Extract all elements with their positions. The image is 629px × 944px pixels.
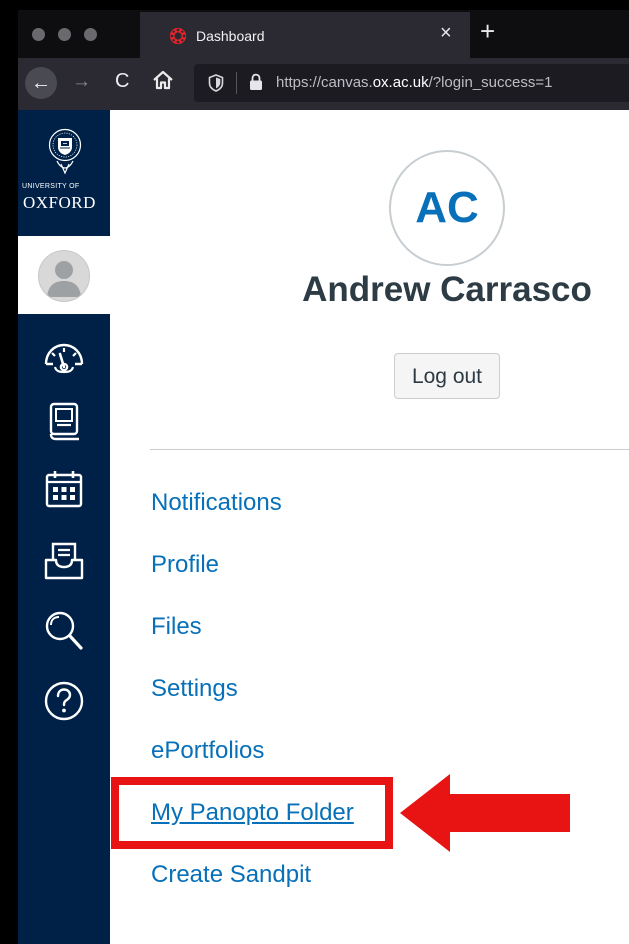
user-initials: AC (415, 183, 479, 232)
files-link[interactable]: Files (151, 613, 202, 641)
oxford-crest-icon (48, 128, 82, 175)
tab-strip: Dashboard × + (18, 10, 629, 58)
user-initials-avatar: AC (389, 150, 505, 266)
user-name: Andrew Carrasco (302, 270, 592, 309)
zoom-window-dot[interactable] (84, 28, 97, 41)
tracking-protection-shield-icon[interactable] (208, 74, 224, 92)
search-icon[interactable] (41, 607, 87, 653)
tab-title: Dashboard (196, 28, 265, 44)
address-separator (236, 72, 237, 94)
highlight-box (111, 777, 393, 849)
address-bar[interactable]: https://canvas.ox.ac.uk/?login_success=1 (194, 64, 629, 102)
navigation-bar: ← → C https://canvas.ox.ac.uk/?login_suc… (18, 58, 629, 110)
url-suffix: /?login_success=1 (428, 74, 553, 91)
settings-link[interactable]: Settings (151, 675, 238, 703)
profile-link[interactable]: Profile (151, 551, 219, 579)
red-arrow-icon (400, 774, 570, 852)
logo-small-text: UNIVERSITY OF (22, 183, 80, 190)
help-icon[interactable] (41, 678, 87, 724)
tray-divider (150, 449, 629, 450)
oxford-logo[interactable]: UNIVERSITY OF OXFORD (18, 110, 110, 236)
forward-button[interactable]: → (72, 72, 91, 92)
back-button[interactable]: ← (25, 67, 57, 99)
global-navigation: UNIVERSITY OF OXFORD (18, 110, 110, 944)
notifications-link[interactable]: Notifications (151, 489, 282, 517)
screenshot-frame: Dashboard × + ← → C https://canvas.ox.ac… (0, 0, 629, 944)
calendar-icon[interactable] (41, 466, 87, 512)
eportfolios-link[interactable]: ePortfolios (151, 737, 264, 765)
url-prefix: https://canvas. (276, 74, 373, 91)
dashboard-icon[interactable] (41, 334, 87, 380)
reload-button[interactable]: C (115, 70, 129, 92)
account-avatar (38, 250, 90, 302)
lock-icon[interactable] (249, 73, 263, 91)
canvas-favicon-icon (169, 27, 187, 45)
close-window-dot[interactable] (32, 28, 45, 41)
tab-close-icon[interactable]: × (440, 23, 452, 43)
inbox-icon[interactable] (41, 538, 87, 584)
url-domain: ox.ac.uk (372, 74, 429, 91)
home-icon[interactable] (152, 69, 174, 91)
url-text[interactable]: https://canvas.ox.ac.uk/?login_success=1 (276, 74, 552, 91)
user-silhouette-icon (47, 261, 81, 297)
log-out-button[interactable]: Log out (394, 353, 500, 399)
courses-icon[interactable] (41, 398, 87, 444)
minimize-window-dot[interactable] (58, 28, 71, 41)
tab-dashboard[interactable]: Dashboard × (140, 12, 470, 58)
nav-account[interactable] (18, 236, 110, 314)
logo-main-text: OXFORD (23, 193, 96, 212)
create-sandpit-link[interactable]: Create Sandpit (151, 861, 311, 889)
new-tab-button[interactable]: + (480, 18, 495, 44)
